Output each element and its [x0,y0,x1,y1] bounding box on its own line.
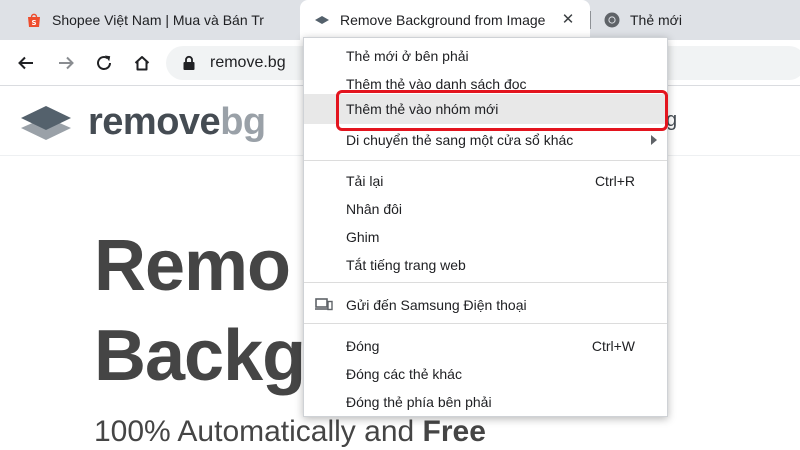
menu-item-duplicate[interactable]: Nhân đôi [304,195,667,223]
tab-title: Shopee Việt Nam | Mua và Bán Tr [52,12,264,28]
tab-title: Thẻ mới [630,12,682,28]
menu-separator [304,323,667,324]
menu-item-label: Nhân đôi [346,201,403,217]
menu-separator [304,282,667,283]
menu-item-new-tab-right[interactable]: Thẻ mới ở bên phải [304,42,667,70]
menu-item-label: Tắt tiếng trang web [346,257,466,273]
tab-new[interactable]: Thẻ mới [590,0,800,40]
removebg-logo[interactable]: removebg [20,101,266,144]
menu-item-reload[interactable]: Tải lại Ctrl+R [304,167,667,195]
hero-subtitle: 100% Automatically and Free [94,415,486,449]
close-tab-icon[interactable]: ✕ [560,12,576,28]
chrome-logo-icon [604,12,620,28]
menu-item-send-to-device[interactable]: Gửi đến Samsung Điện thoại [304,291,667,319]
arrow-right-icon [59,56,74,70]
send-to-device-icon [315,298,333,311]
removebg-logo-icon [21,105,71,140]
logo-text-remove: remove [88,101,221,143]
tab-title: Remove Background from Image [340,12,546,28]
svg-text:S: S [31,19,36,27]
hero-title-line2: Backg [94,316,306,396]
tab-removebg[interactable]: Remove Background from Image ✕ [300,0,590,40]
hero-subtitle-bold: Free [422,415,486,448]
menu-item-close-other-tabs[interactable]: Đóng các thẻ khác [304,360,667,388]
menu-item-shortcut: Ctrl+W [591,338,635,354]
hero-subtitle-text: 100% Automatically and [94,415,423,448]
menu-item-label: Đóng thẻ phía bên phải [346,394,492,410]
tab-shopee[interactable]: S Shopee Việt Nam | Mua và Bán Tr [12,0,300,40]
removebg-logo-icon [315,16,329,24]
logo-text-bg: bg [220,101,266,143]
highlight-annotation [336,90,668,131]
menu-item-label: Đóng [346,338,380,354]
menu-item-label: Đóng các thẻ khác [346,366,462,382]
menu-item-pin[interactable]: Ghim [304,223,667,251]
url-text: remove.bg [210,54,286,71]
hero-title-line1: Remo [94,226,291,306]
menu-separator [304,160,667,161]
menu-item-label: Gửi đến Samsung Điện thoại [346,297,527,313]
menu-item-close[interactable]: Đóng Ctrl+W [304,332,667,360]
arrow-left-icon [18,56,33,70]
shopee-bag-icon: S [28,13,40,27]
home-icon [134,56,150,71]
menu-item-mute-site[interactable]: Tắt tiếng trang web [304,251,667,279]
menu-item-label: Tải lại [346,173,384,189]
menu-item-label: Thẻ mới ở bên phải [346,48,469,64]
menu-item-shortcut: Ctrl+R [594,173,635,189]
menu-item-label: Di chuyển thẻ sang một cửa sổ khác [346,132,574,148]
menu-item-close-tabs-right[interactable]: Đóng thẻ phía bên phải [304,388,667,416]
submenu-arrow-icon [651,135,657,145]
reload-icon [97,55,111,70]
menu-item-label: Ghim [346,229,380,245]
lock-icon[interactable] [182,55,196,71]
reload-button[interactable] [90,49,118,77]
forward-button[interactable] [52,49,80,77]
home-button[interactable] [128,49,156,77]
back-button[interactable] [12,49,40,77]
tab-strip: S Shopee Việt Nam | Mua và Bán Tr Remove… [0,0,800,40]
